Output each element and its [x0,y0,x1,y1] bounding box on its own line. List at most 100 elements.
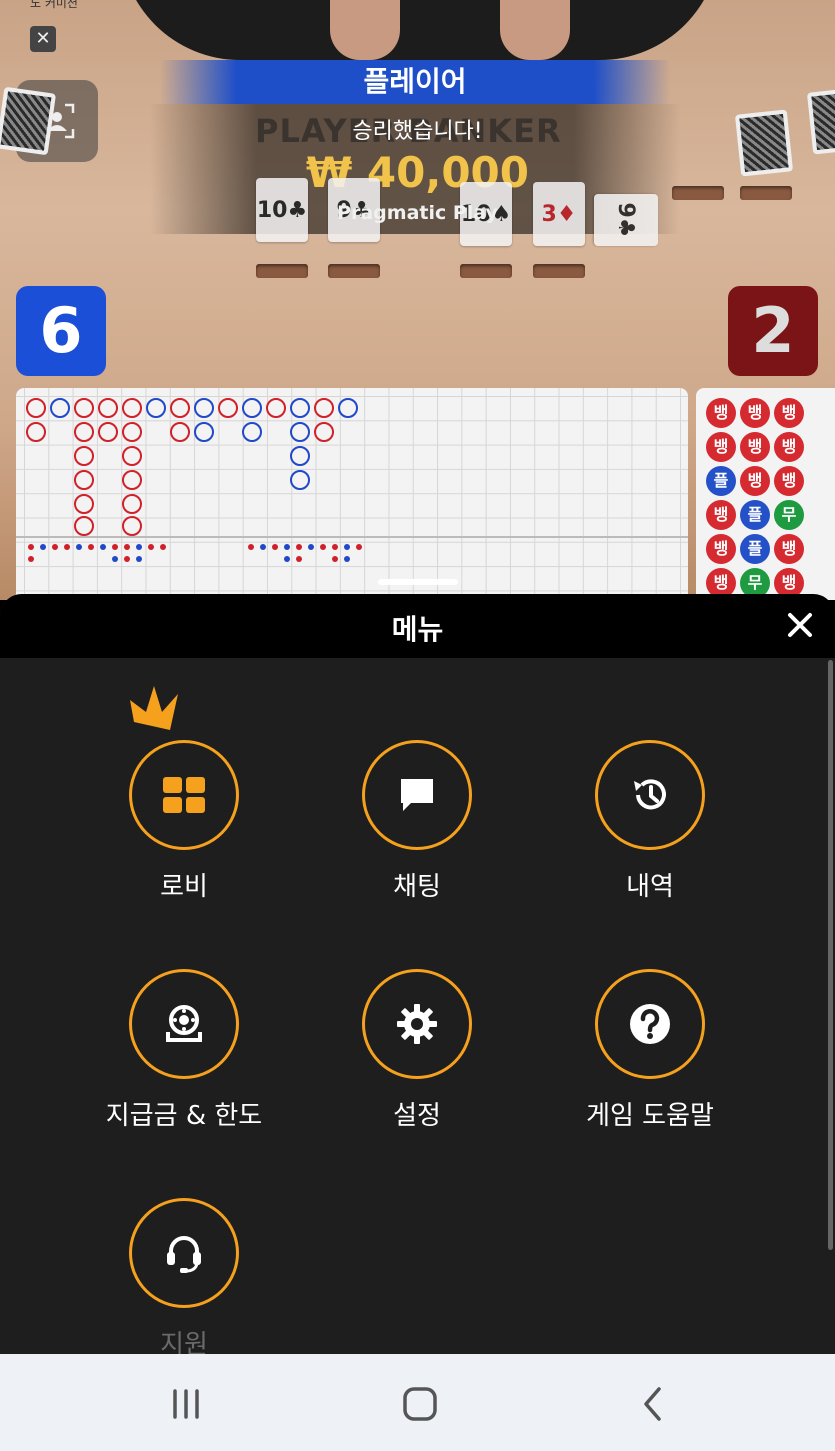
road-banker-mark [122,494,142,514]
back-button[interactable] [634,1384,674,1424]
payouts-button[interactable] [129,969,239,1079]
menu-item-lobby[interactable]: 로비 [84,740,284,930]
close-menu-button[interactable] [783,608,817,642]
bead-banker: 뱅 [740,466,770,496]
road-dot [112,556,118,562]
bead-banker: 뱅 [740,432,770,462]
menu-label-lobby: 로비 [160,872,208,902]
card-slot [256,264,308,278]
menu-item-chat[interactable]: 채팅 [317,740,517,930]
road-player-mark [290,398,310,418]
headset-icon [167,1236,201,1273]
road-dot [160,544,166,550]
road-divider [16,536,688,538]
menu-item-payouts[interactable]: 지급금 & 한도 [84,969,284,1159]
road-banker-mark [122,398,142,418]
road-dot [320,544,326,550]
system-navigation-bar [0,1354,835,1451]
sheet-drag-handle[interactable] [378,579,458,585]
banker-score: 2 [728,286,818,376]
menu-item-settings[interactable]: 설정 [317,969,517,1159]
road-dot [124,544,130,550]
dealer-hand-left [330,0,400,60]
menu-item-help[interactable]: 게임 도움말 [550,969,750,1159]
road-dot [52,544,58,550]
road-banker-mark [74,516,94,536]
dealer-hand-right [500,0,570,60]
menu-label-chat: 채팅 [393,872,441,902]
card-slot [328,264,380,278]
road-dot [260,544,266,550]
bead-player: 플 [740,534,770,564]
history-button[interactable] [595,740,705,850]
road-banker-mark [74,494,94,514]
camera-label: 노 커미션 [30,0,78,10]
close-icon [788,613,812,637]
road-banker-mark [98,422,118,442]
road-player-mark [290,446,310,466]
bead-banker: 뱅 [706,432,736,462]
big-road-scoreboard[interactable] [16,388,688,600]
bead-banker: 뱅 [774,466,804,496]
bead-banker: 뱅 [706,500,736,530]
crown-icon [130,686,178,730]
road-banker-mark [122,446,142,466]
road-banker-mark [74,446,94,466]
road-dot [148,544,154,550]
road-dot [272,544,278,550]
close-overlay-button[interactable]: ✕ [30,26,56,52]
menu-sheet: 메뉴 로비 채팅 내역 지급금 & 한도 설정 게임 도움말 지원 [0,594,835,1354]
road-player-mark [146,398,166,418]
bead-player: 플 [740,500,770,530]
support-button[interactable] [129,1198,239,1308]
road-dot [40,544,46,550]
lobby-button[interactable] [129,740,239,850]
help-button[interactable] [595,969,705,1079]
road-banker-mark [122,470,142,490]
menu-label-history: 내역 [626,872,674,902]
card-slot [672,186,724,200]
settings-button[interactable] [362,969,472,1079]
menu-item-history[interactable]: 내역 [550,740,750,930]
chat-button[interactable] [362,740,472,850]
provider-name: Pragmatic Play [337,202,498,224]
bead-banker: 뱅 [706,534,736,564]
road-dot [344,556,350,562]
menu-label-payouts: 지급금 & 한도 [105,1101,263,1131]
road-banker-mark [74,422,94,442]
road-player-mark [194,398,214,418]
bead-banker: 뱅 [774,432,804,462]
menu-scrollbar[interactable] [828,660,833,1250]
menu-item-support[interactable]: 지원 [84,1198,284,1354]
road-banker-mark [74,398,94,418]
menu-title: 메뉴 [391,613,444,646]
road-player-mark [242,422,262,442]
chat-icon [401,779,433,811]
card-slot [460,264,512,278]
home-button[interactable] [400,1384,440,1424]
road-dot [88,544,94,550]
bead-player: 플 [706,466,736,496]
road-banker-mark [218,398,238,418]
road-banker-mark [122,422,142,442]
chip-icon [166,1005,202,1042]
road-dot [296,556,302,562]
grid-icon [163,777,205,813]
road-dot [136,556,142,562]
bead-banker: 뱅 [774,534,804,564]
road-dot [296,544,302,550]
road-dot [28,544,34,550]
bead-road-scoreboard[interactable]: 뱅 뱅 뱅 뱅 뱅 뱅 플 뱅 뱅 뱅 플 무 뱅 플 뱅 뱅 무 뱅 [696,388,835,600]
road-dot [356,544,362,550]
history-icon [634,779,666,810]
road-banker-mark [314,422,334,442]
road-dot [100,544,106,550]
gear-icon [397,1004,437,1044]
menu-label-help: 게임 도움말 [586,1101,714,1131]
road-banker-mark [98,398,118,418]
dealer-table-edge [120,0,720,60]
bead-banker: 뱅 [706,398,736,428]
help-icon [630,1004,670,1044]
menu-header: 메뉴 [0,594,835,658]
recent-apps-button[interactable] [166,1384,206,1424]
